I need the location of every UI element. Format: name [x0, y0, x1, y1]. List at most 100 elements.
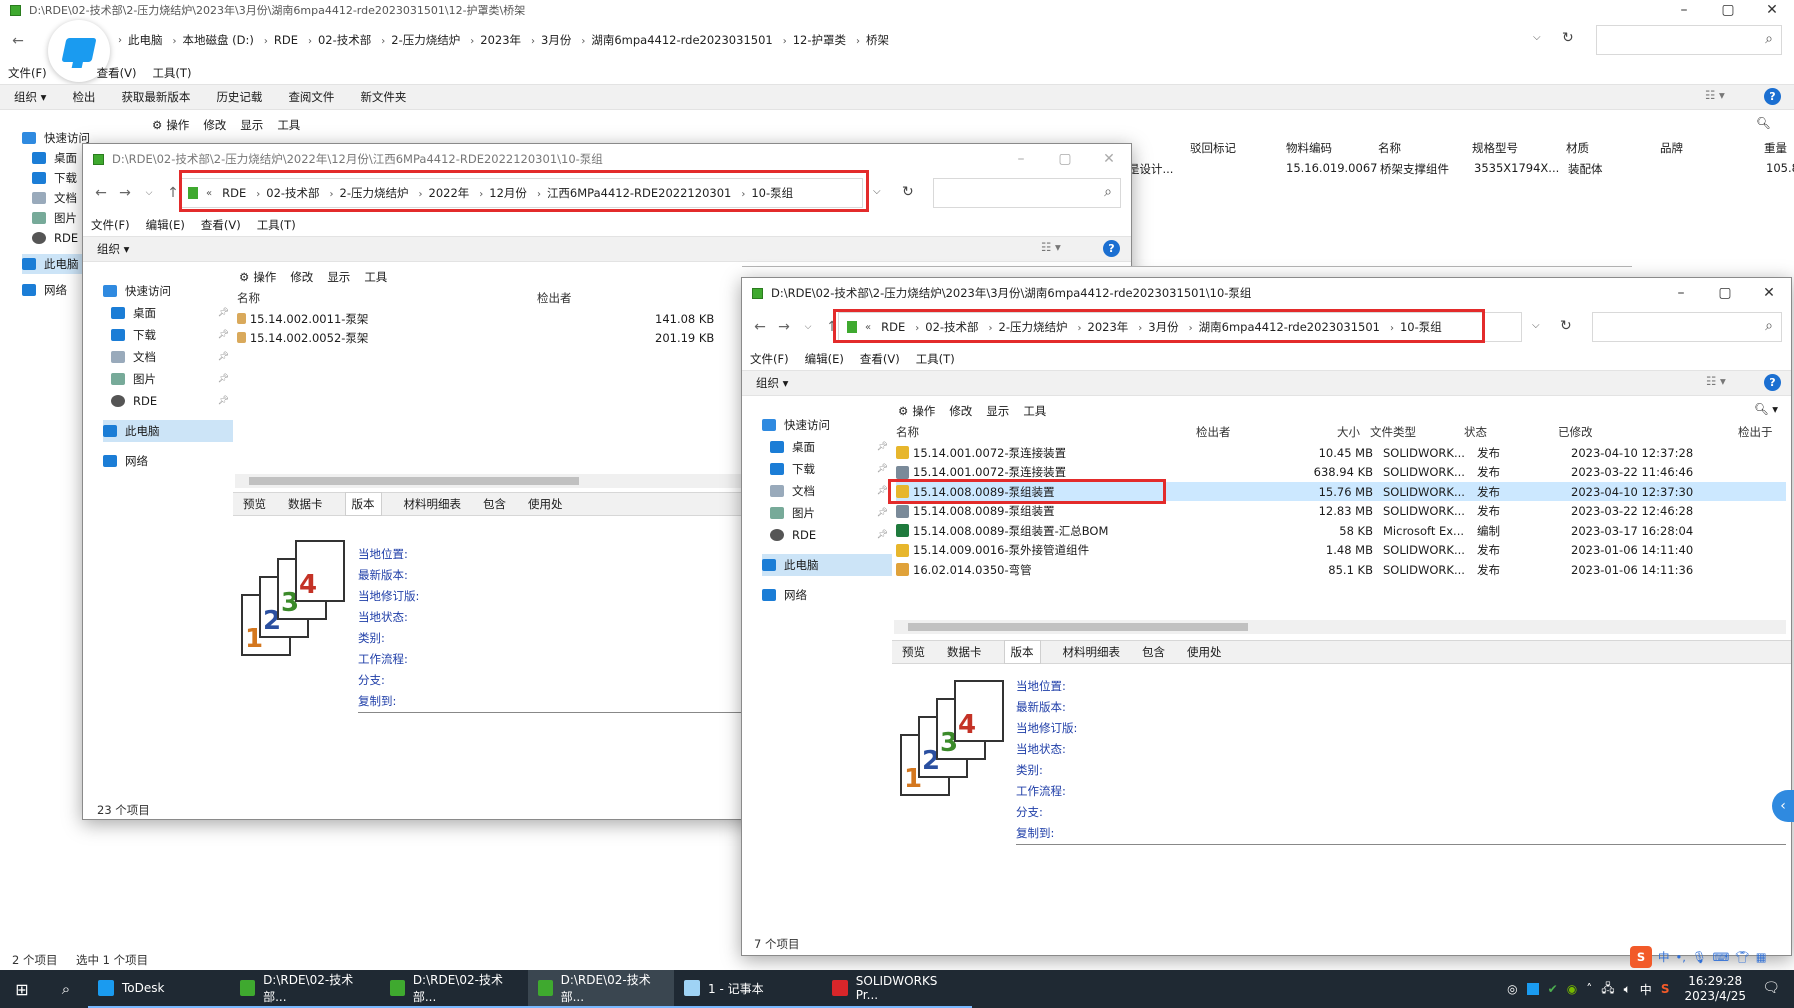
minimize-button[interactable]: –	[1662, 0, 1706, 20]
table-row[interactable]: 15.14.002.0052-泵架 201.19 KB	[237, 328, 714, 347]
nav-rde[interactable]: RDE 📌︎	[762, 524, 892, 546]
chevron-down-icon[interactable]: ⌵	[1532, 320, 1540, 331]
breadcrumb-separator-icon[interactable]: ›	[173, 36, 177, 47]
tab-version[interactable]: 版本	[344, 492, 382, 516]
cmd-operate[interactable]: 操作	[253, 269, 276, 285]
table-row[interactable]: 15.14.008.0089-泵组装置-汇总BOM 58 KB Microsoft …	[896, 521, 1786, 540]
taskbar-app-todesk[interactable]: ToDesk	[88, 970, 230, 1008]
nvidia-icon[interactable]: ◉	[1567, 982, 1577, 996]
toolbar-organize[interactable]: 组织 ▾	[756, 375, 788, 391]
cmd-display[interactable]: 显示	[240, 117, 263, 133]
breadcrumb-item[interactable]: RDE	[274, 33, 298, 47]
toolbar-view-file[interactable]: 查阅文件	[288, 89, 334, 105]
nav-pictures[interactable]: 图片 📌︎	[762, 502, 892, 524]
nav-documents[interactable]: 文档 📌︎	[762, 480, 892, 502]
col-modified[interactable]: 已修改	[1558, 424, 1738, 440]
chevron-down-icon[interactable]: ⌵	[873, 186, 881, 197]
ime-mode-label[interactable]: 中	[1658, 949, 1670, 965]
breadcrumb-separator-icon[interactable]: ›	[531, 36, 535, 47]
cmd-modify[interactable]: 修改	[203, 117, 226, 133]
keyboard-icon[interactable]: ⌨	[1713, 950, 1730, 964]
menu-tools[interactable]: 工具(T)	[257, 217, 296, 233]
breadcrumb-item[interactable]: 12-护罩类	[793, 33, 846, 47]
breadcrumb-separator-icon[interactable]: ›	[264, 36, 268, 47]
cmd-operate[interactable]: 操作	[166, 117, 189, 133]
toolbar-organize[interactable]: 组织 ▾	[97, 241, 129, 257]
taskbar-app-explorer-3[interactable]: D:\RDE\02-技术部...	[528, 970, 674, 1008]
menu-edit[interactable]: 编辑(E)	[805, 351, 844, 367]
taskbar-app-solidworks[interactable]: SOLIDWORKS Pr...	[822, 970, 972, 1008]
view-options-icon[interactable]: ☷ ▾	[1705, 88, 1725, 102]
col-material[interactable]: 材质	[1566, 140, 1660, 156]
menu-view[interactable]: 查看(V)	[201, 217, 241, 233]
col-brand[interactable]: 品牌	[1660, 140, 1764, 156]
breadcrumb-separator-icon[interactable]: ›	[581, 36, 585, 47]
back-arrow-icon[interactable]: ←	[89, 185, 113, 201]
close-button[interactable]: ✕	[1747, 278, 1791, 308]
table-row[interactable]: 15.14.008.0089-泵组装置 12.83 MB SOLIDWORK... 发…	[896, 502, 1786, 521]
recent-chevron-icon[interactable]: ⌵	[137, 188, 161, 198]
toolbar-new-folder[interactable]: 新文件夹	[360, 89, 406, 105]
col-checkout[interactable]: 检出者	[1196, 424, 1276, 440]
tab-version[interactable]: 版本	[1003, 640, 1041, 664]
col-name[interactable]: 名称	[1378, 140, 1472, 156]
col-weight[interactable]: 重量	[1764, 140, 1787, 156]
ime-floating-bar[interactable]: S 中 •, 🎙︎ ⌨ 👕︎ ▦	[1630, 946, 1767, 968]
zoom-icon[interactable]: 🔍︎ ▾	[1754, 402, 1778, 416]
nav-this-pc[interactable]: 此电脑	[103, 420, 233, 442]
breadcrumb-item[interactable]: 此电脑	[128, 33, 163, 47]
minimize-button[interactable]: –	[999, 144, 1043, 174]
col-name[interactable]: 名称	[896, 424, 1196, 440]
table-row[interactable]: 15.14.009.0016-泵外接管道组件 1.48 MB SOLIDWORK..…	[896, 541, 1786, 560]
breadcrumb-item[interactable]: 3月份	[541, 33, 571, 47]
maximize-button[interactable]: ▢	[1706, 0, 1750, 20]
col-reject-flag[interactable]: 驳回标记	[1190, 140, 1286, 156]
col-spec[interactable]: 规格型号	[1472, 140, 1566, 156]
breadcrumb-separator-icon[interactable]: ›	[783, 36, 787, 47]
col-state[interactable]: 状态	[1464, 424, 1558, 440]
windows-start-icon[interactable]: ⊞	[0, 980, 44, 999]
search-icon[interactable]: ⌕	[44, 980, 88, 998]
menu-view[interactable]: 查看(V)	[860, 351, 900, 367]
close-button[interactable]: ✕	[1087, 144, 1131, 174]
nav-desktop[interactable]: 桌面 📌︎	[762, 436, 892, 458]
cmd-modify[interactable]: 修改	[290, 269, 313, 285]
help-icon[interactable]: ?	[1764, 374, 1781, 391]
menu-file[interactable]: 文件(F)	[8, 65, 47, 81]
punctuation-icon[interactable]: •,	[1676, 950, 1686, 964]
menu-edit[interactable]: 编辑(E)	[146, 217, 185, 233]
tab-bom[interactable]: 材料明细表	[404, 496, 462, 512]
nav-downloads[interactable]: 下载 📌︎	[762, 458, 892, 480]
toolbar-get-latest[interactable]: 获取最新版本	[121, 89, 190, 105]
breadcrumb-item[interactable]: 02-技术部	[318, 33, 371, 47]
breadcrumb-separator-icon[interactable]: ›	[856, 36, 860, 47]
breadcrumb-item[interactable]: 2023年	[480, 33, 521, 47]
tab-preview[interactable]: 预览	[243, 496, 266, 512]
menu-file[interactable]: 文件(F)	[91, 217, 130, 233]
taskbar-app-explorer-1[interactable]: D:\RDE\02-技术部...	[230, 970, 380, 1008]
table-row[interactable]: 15.14.002.0011-泵架 141.08 KB	[237, 309, 714, 328]
cmd-tools[interactable]: 工具	[1023, 403, 1046, 419]
breadcrumb-separator-icon[interactable]: ›	[308, 36, 312, 47]
view-options-icon[interactable]: ☷ ▾	[1041, 240, 1061, 254]
refresh-icon[interactable]: ↻	[1560, 318, 1572, 334]
col-size[interactable]: 大小	[1276, 424, 1370, 440]
col-type[interactable]: 文件类型	[1370, 424, 1464, 440]
cmd-tools[interactable]: 工具	[364, 269, 387, 285]
cmd-tools[interactable]: 工具	[277, 117, 300, 133]
refresh-icon[interactable]: ↻	[1562, 30, 1574, 46]
explorer-window-2023[interactable]: D:\RDE\02-技术部\2-压力烧结炉\2023年\3月份\湖南6mpa44…	[741, 277, 1792, 956]
help-icon[interactable]: ?	[1103, 240, 1120, 257]
breadcrumb-item[interactable]: 湖南6mpa4412-rde2023031501	[591, 33, 772, 47]
breadcrumb-item[interactable]: 桥架	[866, 33, 889, 47]
win1-horizontal-scrollbar[interactable]	[235, 474, 825, 488]
nav-this-pc[interactable]: 此电脑	[762, 554, 892, 576]
ime-indicator[interactable]: 中	[1640, 981, 1652, 998]
clock[interactable]: 16:29:28 2023/4/25	[1684, 974, 1746, 1004]
nav-downloads[interactable]: 下载 📌︎	[103, 324, 233, 346]
nav-pictures[interactable]: 图片 📌︎	[103, 368, 233, 390]
refresh-icon[interactable]: ↻	[902, 184, 914, 200]
toolbox-icon[interactable]: ▦	[1756, 950, 1767, 964]
todesk-tray-icon[interactable]	[1526, 983, 1539, 995]
shield-icon[interactable]: ✔	[1548, 982, 1558, 996]
